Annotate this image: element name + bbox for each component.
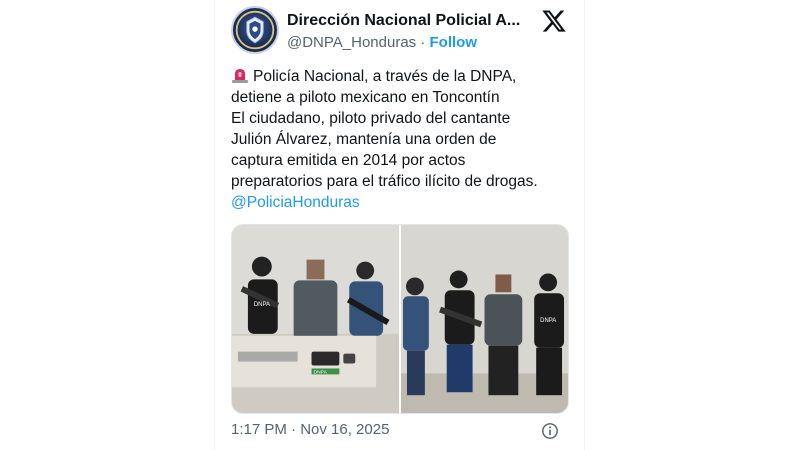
separator-dot: ·: [420, 34, 426, 51]
tweet-text-line-2: detiene a piloto mexicano en Toncontín: [231, 89, 500, 106]
photo-officers-with-table: DNPA DNPA: [232, 225, 399, 413]
vest-label-right: DNPA: [540, 318, 556, 324]
tweet-timestamp[interactable]: 1:17 PM · Nov 16, 2025: [231, 421, 389, 438]
x-logo-icon[interactable]: [541, 8, 567, 34]
tweet-media: DNPA DNPA DNPA: [231, 224, 569, 414]
author-avatar[interactable]: [231, 6, 279, 54]
tweet-text-line-4: Julión Álvarez, mantenía una orden de: [231, 131, 497, 148]
rotating-light-icon: [232, 69, 248, 83]
author-subline: @DNPA_Honduras · Follow: [287, 34, 477, 51]
photo-officers-with-detainee: DNPA: [401, 225, 568, 413]
follow-button[interactable]: Follow: [430, 34, 478, 51]
tweet-footer: 1:17 PM · Nov 16, 2025: [231, 421, 571, 443]
media-photo-1[interactable]: DNPA DNPA: [232, 225, 399, 413]
info-icon[interactable]: [541, 422, 559, 440]
tweet-text: Policía Nacional, a través de la DNPA, d…: [231, 66, 576, 213]
police-badge-icon: [235, 10, 275, 50]
author-name[interactable]: Dirección Nacional Policial A...: [287, 12, 537, 30]
tweet-text-line-3: El ciudadano, piloto privado del cantant…: [231, 110, 511, 127]
tweet-text-line-6: preparatorios para el tráfico ilícito de…: [231, 173, 538, 190]
vest-label-left: DNPA: [254, 302, 270, 308]
media-photo-2[interactable]: DNPA: [401, 225, 568, 413]
tweet-header: Dirección Nacional Policial A... @DNPA_H…: [231, 6, 571, 56]
tweet-text-line-1: Policía Nacional, a través de la DNPA,: [231, 66, 576, 87]
tweet-text-line-5: captura emitida en 2014 por actos: [231, 152, 466, 169]
box-label: DNPA: [314, 369, 328, 375]
tweet-card: Dirección Nacional Policial A... @DNPA_H…: [214, 0, 585, 450]
author-handle[interactable]: @DNPA_Honduras: [287, 34, 416, 51]
mention-link[interactable]: @PoliciaHonduras: [231, 192, 576, 213]
